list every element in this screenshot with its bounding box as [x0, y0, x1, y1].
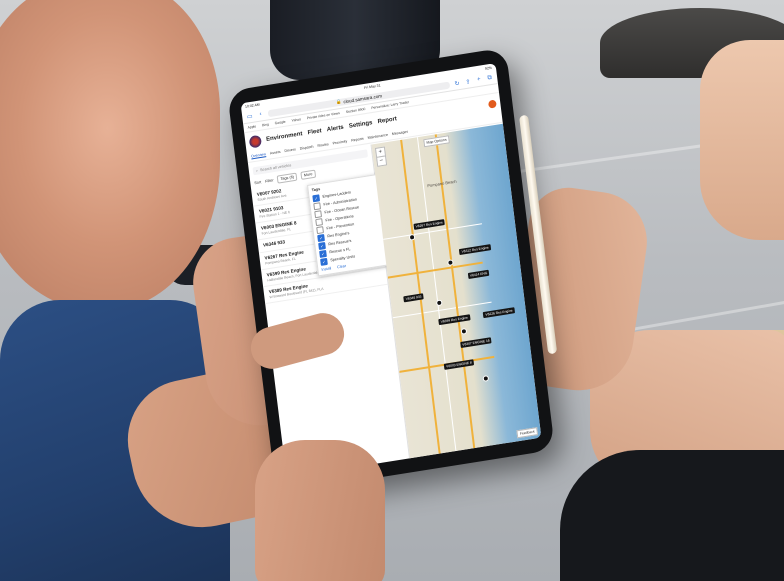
photo-scene: 10:42 AM Fri May 31 92% ▭ ‹ 🔒 cloud.sams…: [0, 0, 784, 581]
man-right-hand: [255, 440, 385, 581]
vehicle-map-label: V6399 Res Engine: [438, 314, 471, 326]
ipad-tablet: 10:42 AM Fri May 31 92% ▭ ‹ 🔒 cloud.sams…: [227, 47, 558, 494]
user-avatar[interactable]: [487, 99, 497, 109]
bookmark[interactable]: Section 8900: [346, 107, 366, 114]
install-button[interactable]: Install: [321, 266, 331, 272]
reload-icon[interactable]: ↻: [453, 79, 461, 87]
nav-alerts[interactable]: Alerts: [327, 125, 345, 134]
new-tab-icon[interactable]: +: [475, 76, 483, 84]
vehicle-map-label: V6226 Res Engine: [483, 307, 515, 319]
share-icon[interactable]: ⇪: [464, 78, 472, 86]
tag-checkbox[interactable]: ✓: [320, 257, 328, 266]
tab-messages[interactable]: Messages: [392, 130, 409, 138]
bookmark[interactable]: Google: [275, 120, 286, 126]
sort-button[interactable]: Sort: [254, 180, 261, 185]
nav-settings[interactable]: Settings: [349, 120, 373, 130]
tab-reports[interactable]: Reports: [351, 137, 364, 144]
bookmark[interactable]: Yahoo: [291, 117, 301, 122]
zoom-out-button[interactable]: −: [375, 155, 387, 167]
fire-department-logo: [248, 134, 263, 149]
man-head: [0, 0, 220, 310]
clear-button[interactable]: Clear: [337, 264, 346, 269]
nav-fleet[interactable]: Fleet: [307, 128, 322, 136]
fleet-overview: ⌕ Search all vehicles Sort Filter Tags (…: [248, 123, 542, 478]
tag-checkbox[interactable]: [314, 209, 322, 218]
bookmark[interactable]: Bing: [262, 122, 269, 127]
more-filter-chip[interactable]: More: [300, 169, 316, 180]
vehicle-marker[interactable]: [460, 327, 468, 335]
vehicle-map-label: V6414 ENG: [467, 269, 490, 280]
tab-dispatch[interactable]: Dispatch: [299, 145, 313, 152]
tag-checkbox[interactable]: [315, 217, 323, 226]
vehicle-marker[interactable]: [482, 375, 490, 383]
tab-routes[interactable]: Routes: [317, 142, 329, 149]
tab-assets[interactable]: Assets: [270, 150, 281, 157]
sidebar-icon[interactable]: ▭: [246, 112, 254, 120]
search-placeholder: Search all vehicles: [259, 163, 292, 173]
tag-checkbox[interactable]: ✓: [312, 193, 321, 202]
vehicle-map-label: V6307 ENGINE 16: [459, 336, 492, 348]
lock-icon: 🔒: [335, 98, 342, 105]
tag-checkbox[interactable]: [316, 225, 324, 234]
tab-proximity[interactable]: Proximity: [332, 139, 347, 146]
nav-report[interactable]: Report: [377, 116, 397, 125]
tag-checkbox[interactable]: ✓: [317, 233, 325, 242]
woman-face: [700, 40, 784, 240]
search-icon: ⌕: [255, 168, 259, 173]
tag-checkbox[interactable]: ✓: [319, 249, 327, 258]
tab-drivers[interactable]: Drivers: [284, 147, 296, 154]
back-icon[interactable]: ‹: [257, 111, 265, 118]
tag-label: Specialty Units: [330, 254, 356, 263]
tab-maintenance[interactable]: Maintenance: [367, 133, 388, 141]
tag-checkbox[interactable]: ✓: [318, 241, 326, 250]
woman-shirt: [560, 450, 784, 581]
filter-button[interactable]: Filter: [265, 178, 274, 183]
vehicle-map-label: V6312 Res Engine: [459, 244, 492, 255]
tabs-icon[interactable]: ⧉: [486, 74, 494, 82]
tag-checkbox[interactable]: [313, 201, 321, 210]
tab-overview[interactable]: Overview: [250, 152, 267, 160]
bookmark[interactable]: Apple: [247, 124, 256, 129]
tablet-screen[interactable]: 10:42 AM Fri May 31 92% ▭ ‹ 🔒 cloud.sams…: [240, 63, 542, 478]
feedback-button[interactable]: Feedback: [516, 427, 539, 439]
nav-environment[interactable]: Environment: [266, 131, 303, 143]
vehicle-marker[interactable]: [436, 299, 443, 307]
battery-level: 92%: [484, 65, 493, 71]
